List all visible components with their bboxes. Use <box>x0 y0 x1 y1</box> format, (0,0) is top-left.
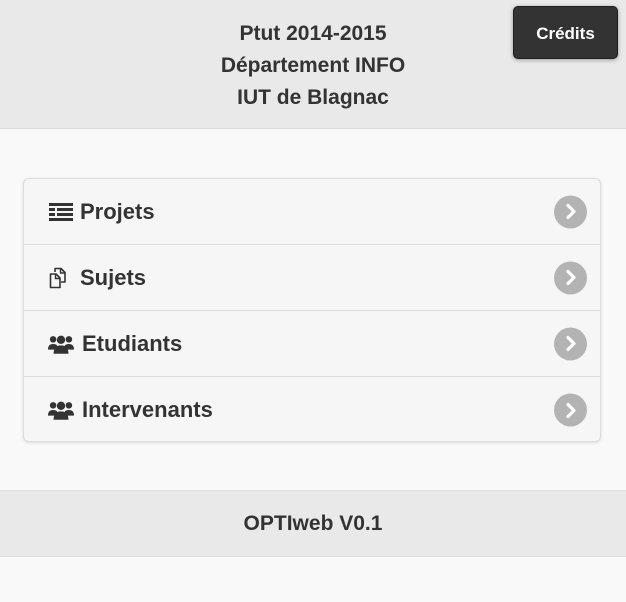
nav-item-label: Intervenants <box>82 397 213 422</box>
chevron-right-icon <box>554 393 587 427</box>
users-icon <box>48 399 74 421</box>
page-footer: OPTIweb V0.1 <box>0 490 626 557</box>
page-header: Ptut 2014-2015 Département INFO IUT de B… <box>0 0 626 129</box>
nav-list: Projets Sujets Etudiants Intervenants <box>23 178 601 442</box>
nav-item-label: Projets <box>80 199 155 224</box>
nav-item-intervenants[interactable]: Intervenants <box>24 377 600 441</box>
header-title-line-3: IUT de Blagnac <box>237 86 389 109</box>
chevron-right-icon <box>554 195 587 228</box>
copy-icon <box>48 267 74 289</box>
chevron-right-icon <box>554 327 587 360</box>
chevron-right-icon <box>554 261 587 294</box>
nav-item-label: Etudiants <box>82 331 183 356</box>
users-icon <box>48 333 74 355</box>
nav-item-etudiants[interactable]: Etudiants <box>24 311 600 377</box>
list-icon <box>48 201 74 223</box>
nav-item-sujets[interactable]: Sujets <box>24 245 600 311</box>
nav-item-projets[interactable]: Projets <box>24 179 600 245</box>
credits-button[interactable]: Crédits <box>513 6 618 59</box>
nav-item-label: Sujets <box>80 265 147 290</box>
app-page: Ptut 2014-2015 Département INFO IUT de B… <box>0 0 626 602</box>
